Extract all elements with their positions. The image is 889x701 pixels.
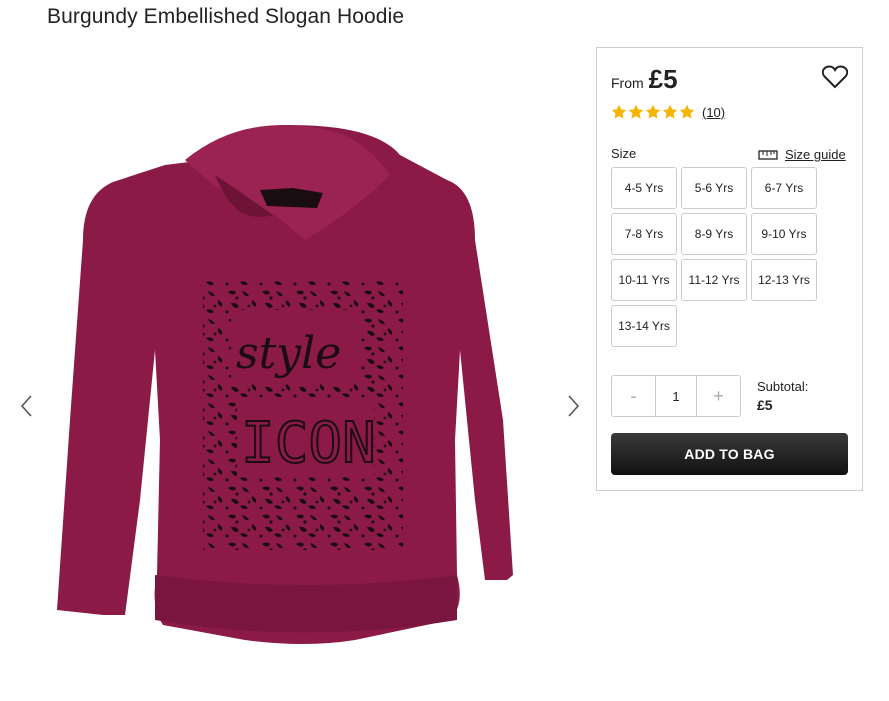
- price-row: From £5: [611, 64, 678, 95]
- star-icon: [645, 104, 661, 119]
- size-option[interactable]: 9-10 Yrs: [751, 213, 817, 255]
- review-count-link[interactable]: (10): [702, 105, 725, 120]
- add-to-bag-button[interactable]: ADD TO BAG: [611, 433, 848, 475]
- star-rating[interactable]: (10): [611, 104, 725, 120]
- star-icon: [679, 104, 695, 119]
- size-option[interactable]: 13-14 Yrs: [611, 305, 677, 347]
- size-option[interactable]: 12-13 Yrs: [751, 259, 817, 301]
- wishlist-heart-icon[interactable]: [822, 65, 848, 89]
- size-option[interactable]: 4-5 Yrs: [611, 167, 677, 209]
- print-script-text: style: [236, 328, 341, 379]
- print-block-text: ICON: [241, 411, 376, 476]
- quantity-value[interactable]: 1: [655, 376, 697, 416]
- quantity-stepper: - 1 +: [611, 375, 741, 417]
- size-guide-label: Size guide: [785, 147, 846, 162]
- purchase-panel: From £5 (10) Size Size guide 4-5 Yrs 5-6 …: [596, 47, 863, 491]
- size-option[interactable]: 5-6 Yrs: [681, 167, 747, 209]
- price: £5: [648, 64, 678, 94]
- rating-stars: [611, 104, 696, 120]
- subtotal: Subtotal: £5: [757, 379, 808, 413]
- gallery-next-button[interactable]: [562, 392, 586, 420]
- subtotal-label: Subtotal:: [757, 379, 809, 394]
- product-image: style ICON: [57, 125, 513, 644]
- ruler-icon: [758, 149, 778, 160]
- size-label: Size: [611, 146, 637, 161]
- subtotal-value: £5: [757, 397, 773, 413]
- size-guide-link[interactable]: Size guide: [758, 147, 846, 162]
- quantity-increase-button[interactable]: +: [697, 376, 740, 416]
- chevron-right-icon: [568, 395, 580, 417]
- chevron-left-icon: [20, 395, 32, 417]
- star-icon: [628, 104, 644, 119]
- from-label: From: [611, 75, 644, 91]
- size-option[interactable]: 11-12 Yrs: [681, 259, 747, 301]
- size-option[interactable]: 8-9 Yrs: [681, 213, 747, 255]
- size-option[interactable]: 10-11 Yrs: [611, 259, 677, 301]
- star-icon: [662, 104, 678, 119]
- product-title: Burgundy Embellished Slogan Hoodie: [47, 5, 405, 28]
- size-options: 4-5 Yrs 5-6 Yrs 6-7 Yrs 7-8 Yrs 8-9 Yrs 9-10 …: [611, 167, 851, 347]
- star-icon: [611, 104, 627, 119]
- gallery-prev-button[interactable]: [14, 392, 38, 420]
- size-option[interactable]: 7-8 Yrs: [611, 213, 677, 255]
- size-option[interactable]: 6-7 Yrs: [751, 167, 817, 209]
- quantity-decrease-button[interactable]: -: [612, 376, 655, 416]
